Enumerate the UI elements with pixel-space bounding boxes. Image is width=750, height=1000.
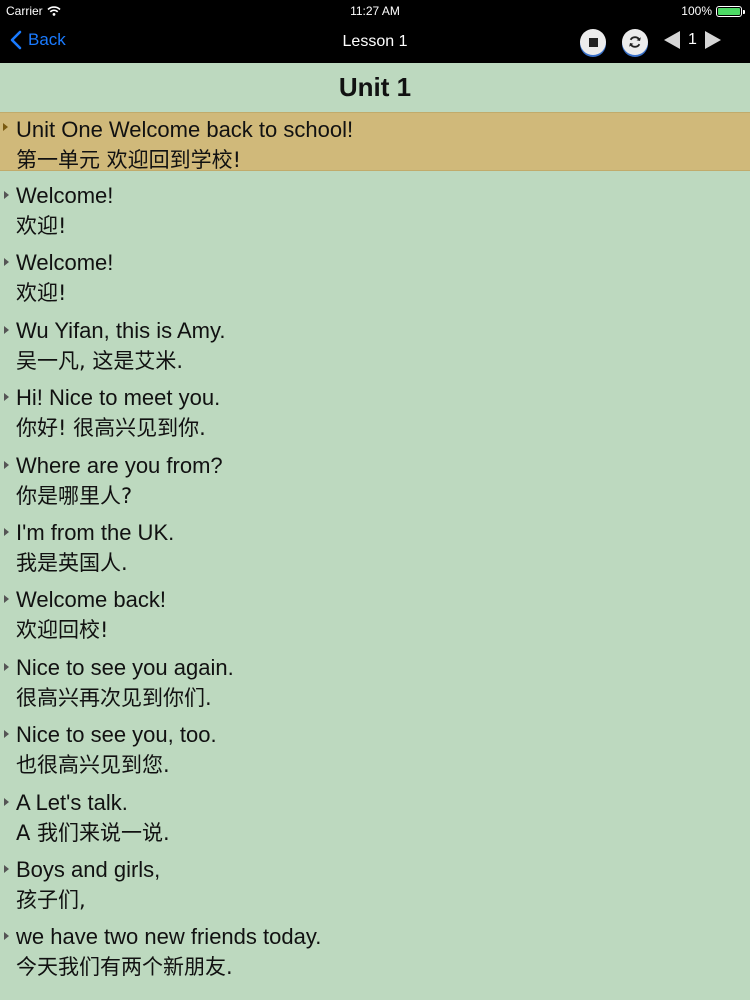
repeat-button[interactable]	[622, 29, 648, 55]
top-bar: Carrier 11:27 AM 100% Back Lesson 1 1	[0, 0, 750, 63]
sentence-row[interactable]: Welcome back! 欢迎回校!	[0, 583, 750, 650]
chinese-translation: 很高兴再次见到你们.	[16, 685, 212, 710]
previous-page-icon[interactable]	[664, 31, 680, 49]
english-sentence: Wu Yifan, this is Amy.	[16, 317, 226, 343]
chinese-translation: 你好! 很高兴见到你.	[16, 416, 206, 441]
english-sentence: I'm from the UK.	[16, 519, 175, 545]
english-sentence: Where are you from?	[16, 452, 223, 478]
chinese-translation: 第一单元 欢迎回到学校!	[16, 148, 242, 172]
chinese-translation: 吴一凡, 这是艾米.	[16, 348, 184, 373]
sentence-row[interactable]: Welcome! 欢迎!	[0, 179, 750, 246]
english-sentence: Nice to see you, too.	[16, 722, 217, 748]
sentence-row[interactable]: Nice to see you, too. 也很高兴见到您.	[0, 718, 750, 785]
status-bar: Carrier 11:27 AM 100%	[0, 0, 750, 22]
play-marker-icon	[4, 730, 9, 739]
chinese-translation: A 我们来说一说.	[16, 820, 170, 845]
english-sentence: Nice to see you again.	[16, 654, 234, 680]
stop-button[interactable]	[580, 29, 606, 55]
refresh-icon	[629, 36, 641, 48]
battery-icon	[716, 5, 745, 17]
sentence-row[interactable]: Hi! Nice to meet you. 你好! 很高兴见到你.	[0, 381, 750, 448]
sentence-row[interactable]: Wu Yifan, this is Amy. 吴一凡, 这是艾米.	[0, 314, 750, 381]
sentence-row[interactable]: we have two new friends today. 今天我们有两个新朋友…	[0, 920, 750, 987]
sentence-row[interactable]: Where are you from? 你是哪里人?	[0, 449, 750, 516]
sentence-row[interactable]: Nice to see you again. 很高兴再次见到你们.	[0, 651, 750, 718]
english-sentence: we have two new friends today.	[16, 924, 322, 950]
chinese-translation: 欢迎!	[16, 281, 67, 306]
english-sentence: Boys and girls,	[16, 856, 161, 882]
sentence-row[interactable]: I'm from the UK. 我是英国人.	[0, 516, 750, 583]
battery-fill	[718, 7, 740, 15]
chinese-translation: 欢迎!	[16, 214, 67, 238]
chinese-translation: 也很高兴见到您.	[16, 753, 170, 778]
play-marker-icon	[4, 932, 9, 941]
sentence-row[interactable]: Welcome! 欢迎!	[0, 246, 750, 313]
english-sentence: Welcome!	[16, 250, 114, 276]
english-sentence: Welcome!	[16, 183, 114, 208]
english-sentence: Unit One Welcome back to school!	[16, 117, 354, 142]
play-marker-icon	[4, 191, 9, 199]
sentence-row-active[interactable]: Unit One Welcome back to school! 第一单元 欢迎回…	[0, 112, 750, 172]
sentence-row[interactable]: Boys and girls, 孩子们,	[0, 853, 750, 920]
english-sentence: Welcome back!	[16, 587, 166, 613]
speaker-icon	[3, 123, 8, 131]
play-marker-icon	[4, 797, 9, 806]
status-time: 11:27 AM	[350, 4, 400, 18]
chinese-translation: 你是哪里人?	[16, 483, 133, 508]
chinese-translation: 我是英国人.	[16, 550, 128, 575]
chinese-translation: 孩子们,	[16, 887, 86, 912]
sentence-row[interactable]: A Let's talk. A 我们来说一说.	[0, 786, 750, 853]
play-marker-icon	[4, 662, 9, 671]
next-page-icon[interactable]	[704, 31, 721, 49]
english-sentence: A Let's talk.	[16, 789, 128, 815]
play-marker-icon	[4, 460, 9, 469]
chinese-translation: 今天我们有两个新朋友.	[16, 955, 233, 980]
english-sentence: Hi! Nice to meet you.	[16, 385, 221, 411]
navigation-bar: Back Lesson 1 1	[0, 22, 750, 63]
battery-indicator: 100%	[681, 4, 745, 18]
play-marker-icon	[4, 527, 9, 536]
play-marker-icon	[4, 325, 9, 334]
page-title: Unit 1	[338, 72, 412, 102]
play-marker-icon	[4, 595, 9, 604]
sentence-list: Unit One Welcome back to school! 第一单元 欢迎回…	[0, 112, 750, 988]
stop-icon	[588, 37, 598, 47]
page-number: 1	[688, 31, 697, 48]
play-marker-icon	[4, 393, 9, 402]
page-navigator: 1	[664, 31, 721, 49]
battery-percent: 100%	[681, 4, 712, 18]
play-marker-icon	[4, 258, 9, 267]
play-marker-icon	[4, 864, 9, 873]
chinese-translation: 欢迎回校!	[16, 618, 109, 643]
